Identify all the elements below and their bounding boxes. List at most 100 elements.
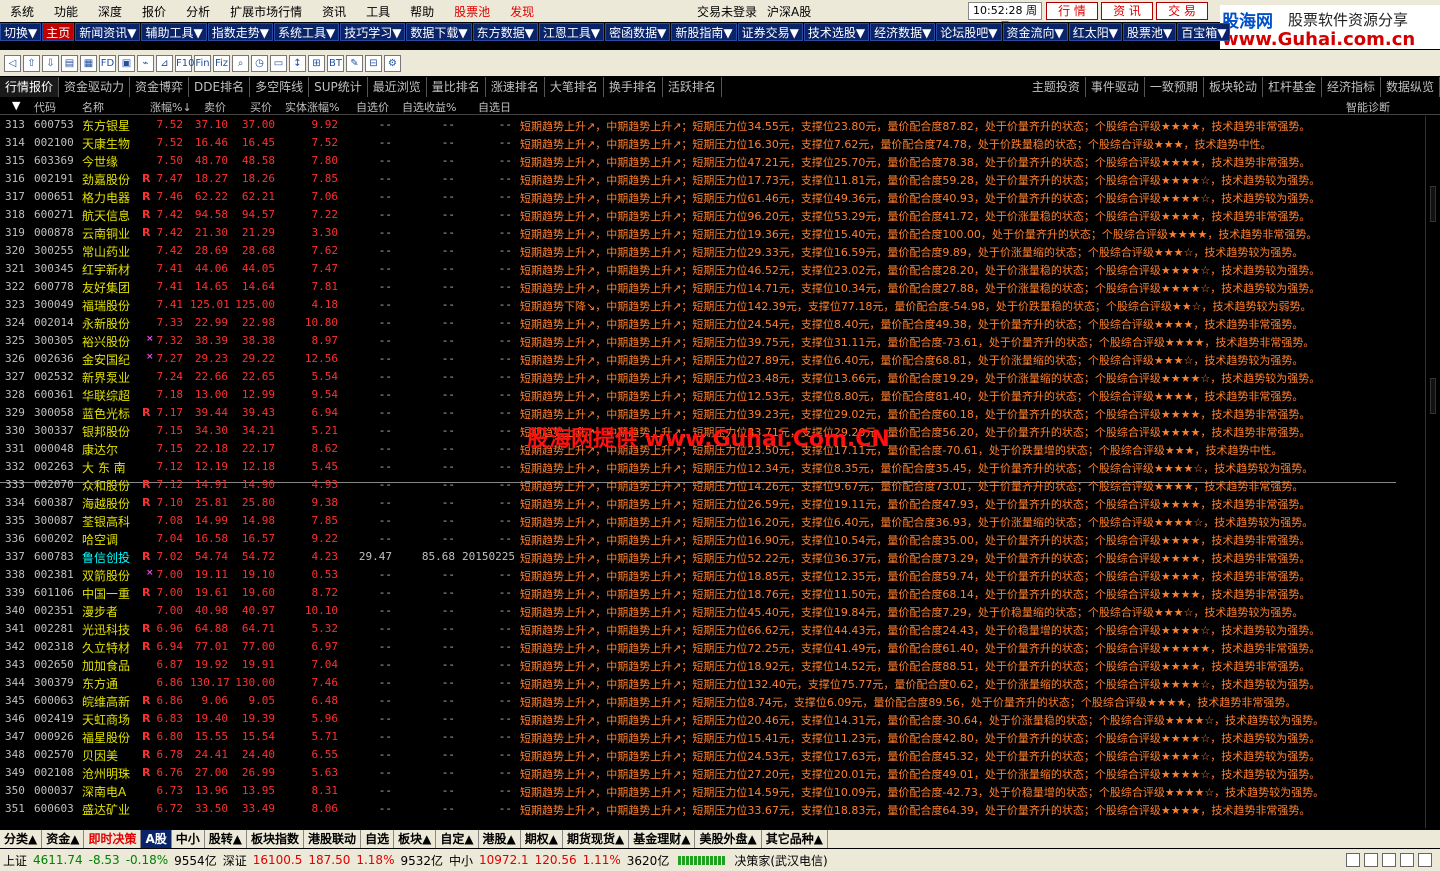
table-row[interactable]: 326 002636 金安国纪 × 7.27 29.23 29.22 12.56 -- -- -- 短… xyxy=(0,350,1425,368)
nav-red-sun[interactable]: 红太阳▼ xyxy=(1068,23,1122,41)
back-icon[interactable]: ◁ xyxy=(4,54,21,72)
table-row[interactable]: 319 000878 云南铜业 R 7.42 21.30 21.29 3.30 -- -- -- 短期… xyxy=(0,224,1425,242)
folder-icon[interactable]: ▭ xyxy=(270,54,287,72)
menu-item-tools[interactable]: 工具 xyxy=(356,3,400,20)
table-row[interactable]: 348 002570 贝因美 R 6.78 24.41 24.40 6.55 -- -- -- 短期趋… xyxy=(0,746,1425,764)
down-icon[interactable]: ⇩ xyxy=(42,54,59,72)
tab-consensus[interactable]: 一致预期 xyxy=(1145,77,1204,97)
table-row[interactable]: 314 002100 天康生物 7.52 16.46 16.45 7.52 -- -- -- 短期趋… xyxy=(0,134,1425,152)
table-row[interactable]: 347 000926 福星股份 R 6.80 15.55 15.54 5.71 -- -- -- 短期… xyxy=(0,728,1425,746)
table-row[interactable]: 343 002650 加加食品 6.87 19.92 19.91 7.04 -- -- -- 短期趋… xyxy=(0,656,1425,674)
table-row[interactable]: 317 000651 格力电器 R 7.46 62.22 62.21 7.06 -- -- -- 短期… xyxy=(0,188,1425,206)
list-icon[interactable]: ▤ xyxy=(61,54,78,72)
menu-item-system[interactable]: 系统 xyxy=(0,3,44,20)
menu-item-analysis[interactable]: 分析 xyxy=(176,3,220,20)
nav-fund-flow[interactable]: 资金流向▼ xyxy=(1002,23,1068,41)
tab-data-overview[interactable]: 数据纵览 xyxy=(1381,77,1440,97)
tab-event-drive[interactable]: 事件驱动 xyxy=(1086,77,1145,97)
table-row[interactable]: 325 300305 裕兴股份 × 7.32 38.39 38.38 8.97 -- -- -- 短期… xyxy=(0,332,1425,350)
window-icon[interactable] xyxy=(1346,853,1360,867)
table-row[interactable]: 322 600778 友好集团 7.41 14.65 14.64 7.81 -- -- -- 短期趋… xyxy=(0,278,1425,296)
table-row[interactable]: 344 300379 东方通 6.86 130.17 130.00 7.46 -- -- -- 短期… xyxy=(0,674,1425,692)
nav-tips[interactable]: 技巧学习▼ xyxy=(340,23,406,41)
tab-active[interactable]: 活跃排名 xyxy=(663,77,722,97)
table-row[interactable]: 320 300255 常山药业 7.42 28.69 28.68 7.62 -- -- -- 短期趋… xyxy=(0,242,1425,260)
tab-theme-invest[interactable]: 主题投资 xyxy=(1027,77,1086,97)
menu-item-info[interactable]: 资讯 xyxy=(312,3,356,20)
table-row[interactable]: 351 600603 盛达矿业 6.72 33.50 33.49 8.06 -- -- -- 短期趋… xyxy=(0,800,1425,818)
btab-category[interactable]: 分类▲ xyxy=(0,830,43,848)
nav-economic-data[interactable]: 经济数据▼ xyxy=(870,23,936,41)
table-row[interactable]: 334 600387 海越股份 R 7.10 25.81 25.80 9.38 -- -- -- 短期… xyxy=(0,494,1425,512)
col-name[interactable]: 名称 xyxy=(82,99,104,115)
info-mode-button[interactable]: 资 讯 xyxy=(1101,2,1153,20)
search-icon[interactable]: ⌕ xyxy=(232,54,249,72)
menu-item-quote[interactable]: 报价 xyxy=(132,3,176,20)
btab-instant-decision[interactable]: 即时决策 xyxy=(84,830,142,848)
table-row[interactable]: 338 002381 双箭股份 × 7.00 19.11 19.10 0.53 -- -- -- 短期… xyxy=(0,566,1425,584)
table-row[interactable]: 328 600361 华联综超 7.18 13.00 12.99 9.54 -- -- -- 短期趋… xyxy=(0,386,1425,404)
table-row[interactable]: 345 600063 皖维高新 R 6.86 9.06 9.05 6.48 -- -- -- 短期趋势… xyxy=(0,692,1425,710)
nav-stock-pool[interactable]: 股票池▼ xyxy=(1123,23,1177,41)
col-watch-price[interactable]: 自选价 xyxy=(356,99,389,115)
table-row[interactable]: 327 002532 新界泵业 7.24 22.66 22.65 5.54 -- -- -- 短期趋… xyxy=(0,368,1425,386)
tab-fund-drive[interactable]: 资金驱动力 xyxy=(59,77,131,97)
btab-fund[interactable]: 资金▲ xyxy=(42,830,85,848)
table-row[interactable]: 315 603369 今世缘 7.50 48.70 48.58 7.80 -- -- -- 短期趋势… xyxy=(0,152,1425,170)
f11-icon[interactable]: BT xyxy=(327,54,344,72)
table-row[interactable]: 349 002108 沧州明珠 R 6.76 27.00 26.99 5.63 -- -- -- 短期… xyxy=(0,764,1425,782)
sort-icon[interactable]: ↕ xyxy=(289,54,306,72)
col-change-pct[interactable]: 涨幅%↓ xyxy=(150,99,192,115)
nav-home[interactable]: 主页 xyxy=(42,23,75,41)
col-bid[interactable]: 买价 xyxy=(250,99,272,115)
tab-econ-indicator[interactable]: 经济指标 xyxy=(1322,77,1381,97)
pencil-icon[interactable]: ✎ xyxy=(346,54,363,72)
tab-speed-rank[interactable]: 涨速排名 xyxy=(486,77,545,97)
menu-item-depth[interactable]: 深度 xyxy=(88,3,132,20)
table-row[interactable]: 332 002263 大 东 南 7.12 12.19 12.18 5.45 -- -- -- 短期… xyxy=(0,458,1425,476)
col-watch-date[interactable]: 自选日 xyxy=(478,99,511,115)
sort-dropdown-icon[interactable]: ▼ xyxy=(12,99,20,112)
cross-icon[interactable]: ⊞ xyxy=(308,54,325,72)
table-row[interactable]: 339 601106 中国一重 R 7.00 19.61 19.60 8.72 -- -- -- 短期… xyxy=(0,584,1425,602)
table-row[interactable]: 337 600783 鲁信创投 R 7.02 54.74 54.72 4.23 29.47 85.… xyxy=(0,548,1425,566)
menu-item-extended-market[interactable]: 扩展市场行情 xyxy=(220,3,312,20)
settings-icon[interactable] xyxy=(1418,853,1432,867)
tab-big-order[interactable]: 大笔排名 xyxy=(545,77,604,97)
tab-volume-ratio[interactable]: 量比排名 xyxy=(427,77,486,97)
fin-icon[interactable]: Fin xyxy=(194,54,211,72)
tab-sup-stats[interactable]: SUP统计 xyxy=(309,77,368,97)
table-row[interactable]: 346 002419 天虹商场 R 6.83 19.40 19.39 5.96 -- -- -- 短期… xyxy=(0,710,1425,728)
table-row[interactable]: 318 600271 航天信息 R 7.42 94.58 94.57 7.22 -- -- -- 短期… xyxy=(0,206,1425,224)
table-row[interactable]: 316 002191 劲嘉股份 R 7.47 18.27 18.26 7.85 -- -- -- 短期… xyxy=(0,170,1425,188)
f10-icon[interactable]: F10 xyxy=(175,54,194,72)
btab-watchlist[interactable]: 自选 xyxy=(361,830,395,848)
tab-turnover[interactable]: 换手排名 xyxy=(604,77,663,97)
candle-icon[interactable]: ⊿ xyxy=(156,54,173,72)
btab-other[interactable]: 其它品种▲ xyxy=(762,830,828,848)
nav-aux-tools[interactable]: 辅助工具▼ xyxy=(141,23,207,41)
menu-item-discover[interactable]: 发现 xyxy=(500,3,544,20)
table-row[interactable]: 323 300049 福瑞股份 7.41 125.01 125.00 4.18 -- -- -- 短… xyxy=(0,296,1425,314)
table-row[interactable]: 324 002014 永新股份 7.33 22.99 22.98 10.80 -- -- -- 短期… xyxy=(0,314,1425,332)
grid-icon[interactable]: ▦ xyxy=(80,54,97,72)
f12-icon[interactable]: Fiz xyxy=(213,54,230,72)
nav-gann-tools[interactable]: 江恩工具▼ xyxy=(538,23,605,41)
table-row[interactable]: 341 002281 光迅科技 R 6.96 64.88 64.71 5.32 -- -- -- 短期… xyxy=(0,620,1425,638)
up-icon[interactable]: ⇧ xyxy=(23,54,40,72)
btab-neeq[interactable]: 股转▲ xyxy=(205,830,248,848)
nav-east-data[interactable]: 东方数据▼ xyxy=(472,23,538,41)
btab-sme[interactable]: 中小 xyxy=(172,830,205,848)
clock-icon[interactable]: ◷ xyxy=(251,54,268,72)
tab-sector-rotation[interactable]: 板块轮动 xyxy=(1204,77,1263,97)
btab-funds-wealth[interactable]: 基金理财▲ xyxy=(629,830,696,848)
nav-data-download[interactable]: 数据下载▼ xyxy=(406,23,472,41)
menu-item-function[interactable]: 功能 xyxy=(44,3,88,20)
table-row[interactable]: 335 300087 荃银高科 7.08 14.99 14.98 7.85 -- -- -- 短期趋… xyxy=(0,512,1425,530)
btab-custom[interactable]: 自定▲ xyxy=(436,830,479,848)
menu-item-help[interactable]: 帮助 xyxy=(400,3,444,20)
fund-icon[interactable]: FD xyxy=(99,54,116,72)
table-row[interactable]: 329 300058 蓝色光标 R 7.17 39.44 39.43 6.94 -- -- -- 短期… xyxy=(0,404,1425,422)
nav-news[interactable]: 新闻资讯▼ xyxy=(75,23,141,41)
tab-dde-rank[interactable]: DDE排名 xyxy=(189,77,251,97)
